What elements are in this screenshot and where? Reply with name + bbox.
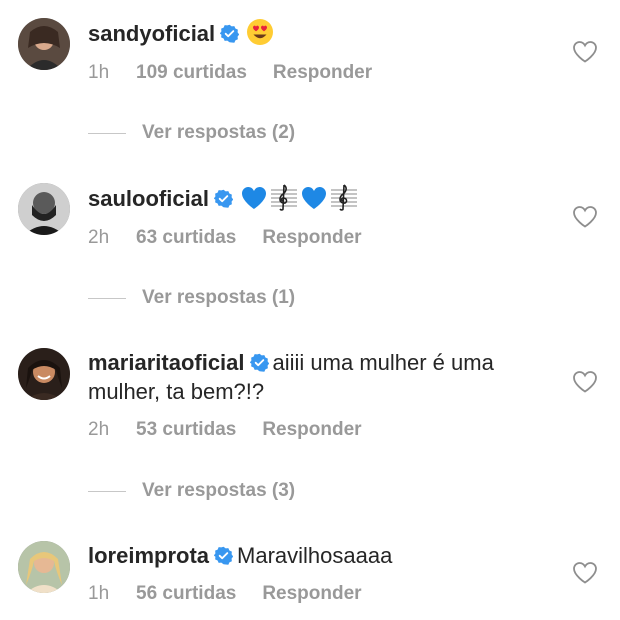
comment-text: sandyoficial [88,18,560,53]
verified-badge-icon [214,546,234,565]
comment-item: saulooficial 2h 63 curtidas Responder Ver … [0,165,620,308]
comment-time: 2h [88,419,110,440]
comment-message: aiiii uma mulher é uma [272,350,494,375]
comment-meta: 2h 63 curtidas Responder [88,227,362,249]
username[interactable]: saulooficial [88,186,209,211]
view-replies-button[interactable]: Ver respostas (3) [88,479,295,503]
comment-message: mulher, ta bem?!? [88,379,265,404]
comment-time: 2h [88,227,110,248]
comment-meta: 1h 56 curtidas Responder [88,583,362,605]
comment-message: Maravilhosaaaa [237,543,393,568]
likes-count[interactable]: 63 curtidas [136,227,236,249]
divider-line [88,490,126,492]
comment-text-continued: mulher, ta bem?!? [88,377,560,406]
view-replies-label: Ver respostas (3) [142,480,296,501]
view-replies-button[interactable]: Ver respostas (1) [88,286,295,310]
username[interactable]: mariaritaoficial [88,350,245,375]
blue-heart-emoji-icon [300,185,328,218]
comment-item: mariaritaoficial aiiii uma mulher é uma m… [0,330,620,505]
like-heart-icon[interactable] [572,205,598,229]
comment-item: sandyoficial 1h 109 curtidas Responder Ver… [0,0,620,143]
comment-text: saulooficial [88,183,560,218]
likes-count[interactable]: 53 curtidas [136,419,236,441]
verified-badge-icon [214,189,234,208]
comment-time: 1h [88,62,110,83]
avatar[interactable] [18,541,70,593]
reply-button[interactable]: Responder [262,419,361,441]
view-replies-button[interactable]: Ver respostas (2) [88,121,295,145]
avatar[interactable] [18,18,70,70]
like-heart-icon[interactable] [572,561,598,585]
reply-button[interactable]: Responder [273,62,372,84]
like-heart-icon[interactable] [572,370,598,394]
treble-clef-emoji-icon [271,183,298,218]
view-replies-label: Ver respostas (1) [142,287,296,308]
treble-clef-emoji-icon [331,183,358,218]
divider-line [88,132,126,134]
comment-time: 1h [88,583,110,604]
comment-meta: 2h 53 curtidas Responder [88,419,362,441]
comment-meta: 1h 109 curtidas Responder [88,62,372,84]
heart-eyes-emoji-icon [246,18,274,53]
verified-badge-icon [249,353,269,372]
reply-button[interactable]: Responder [262,583,361,605]
comment-text: mariaritaoficial aiiii uma mulher é uma [88,348,560,377]
likes-count[interactable]: 56 curtidas [136,583,236,605]
likes-count[interactable]: 109 curtidas [136,62,247,84]
username[interactable]: loreimprota [88,543,209,568]
avatar[interactable] [18,348,70,400]
divider-line [88,297,126,299]
comment-item: loreimprota Maravilhosaaaa 1h 56 curtidas R… [0,523,620,620]
avatar[interactable] [18,183,70,235]
blue-heart-emoji-icon [240,185,268,218]
like-heart-icon[interactable] [572,40,598,64]
comment-text: loreimprota Maravilhosaaaa [88,541,560,570]
username[interactable]: sandyoficial [88,21,215,46]
view-replies-label: Ver respostas (2) [142,122,296,143]
reply-button[interactable]: Responder [262,227,361,249]
verified-badge-icon [220,24,240,43]
